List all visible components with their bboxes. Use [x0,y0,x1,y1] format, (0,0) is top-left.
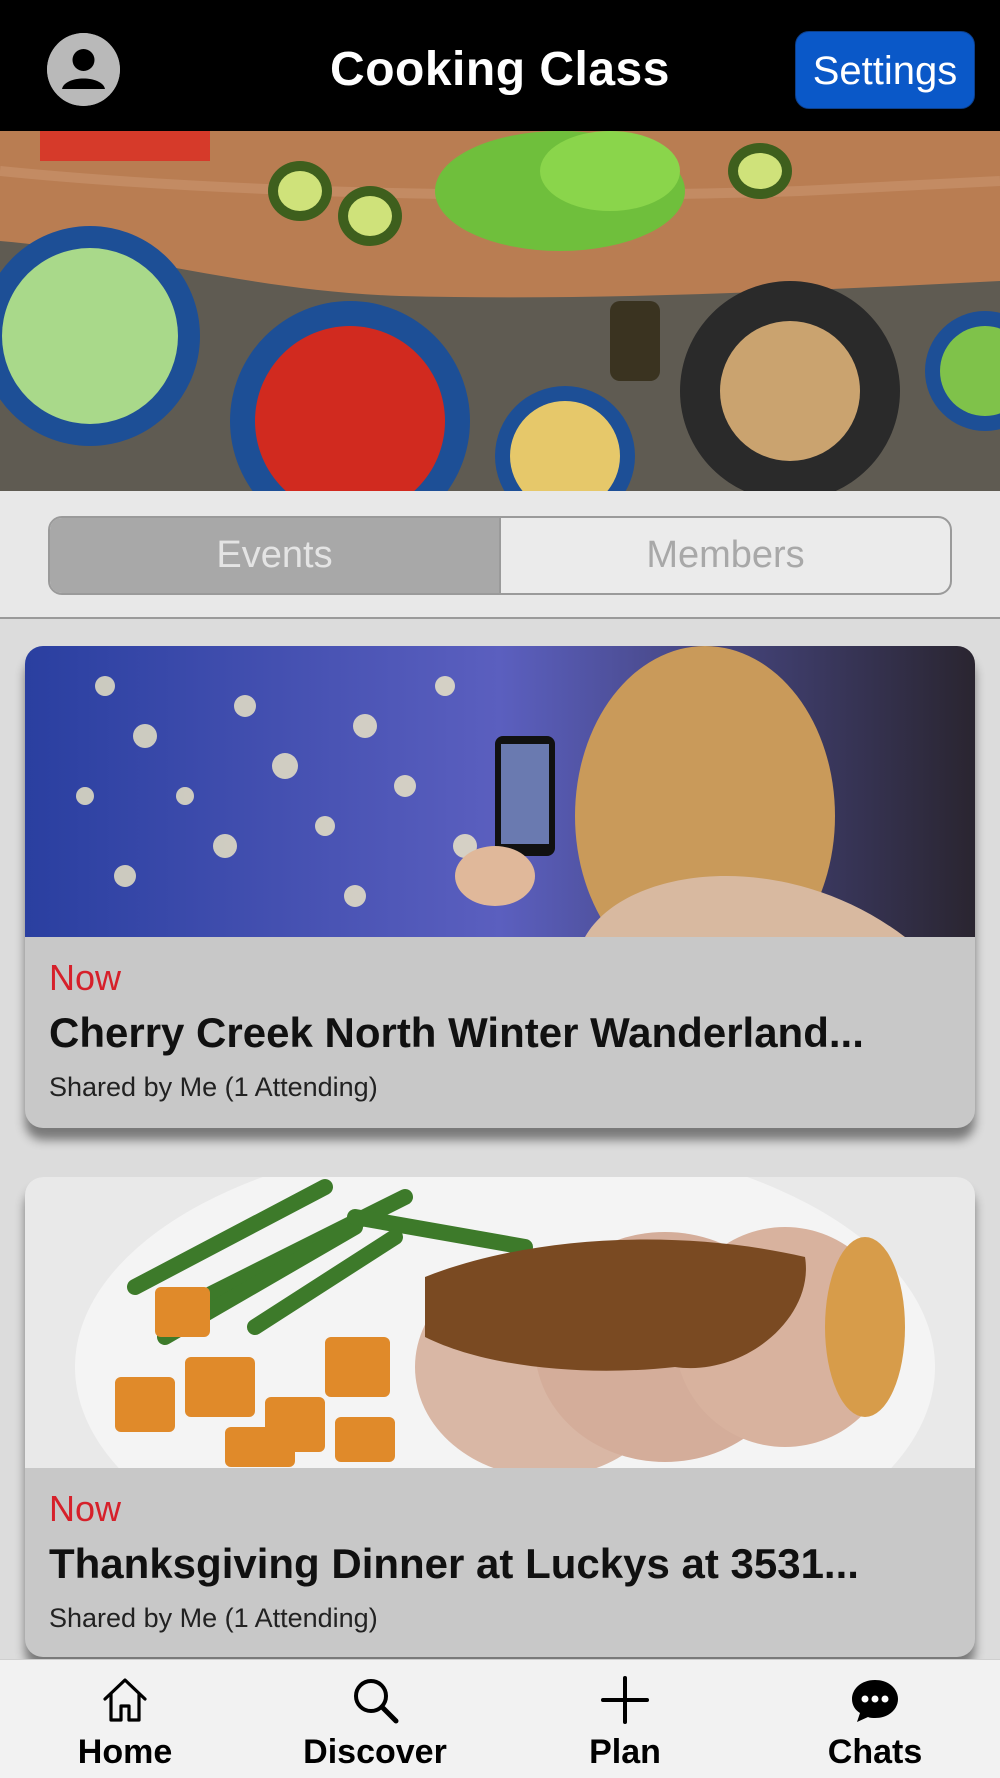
event-title: Thanksgiving Dinner at Luckys at 3531... [49,1540,859,1587]
user-avatar-icon[interactable] [47,33,120,106]
tab-label: Plan [589,1733,661,1771]
tab-label: Chats [827,1733,923,1771]
event-card[interactable]: Now Thanksgiving Dinner at Luckys at 353… [25,1177,975,1657]
tab-chats[interactable]: Chats [750,1660,1000,1778]
tab-label: Home [77,1733,173,1771]
bottom-tab-bar: Home Discover Plan Chats [0,1659,1000,1778]
tab-label: Discover [303,1733,447,1771]
event-time: Now [49,957,122,998]
home-icon [97,1672,153,1728]
event-time: Now [49,1488,122,1529]
event-title: Cherry Creek North Winter Wanderland... [49,1009,864,1056]
hero-banner-image [0,131,1000,491]
tab-plan[interactable]: Plan [500,1660,750,1778]
page-title: Cooking Class [330,43,670,96]
plus-icon [597,1672,653,1728]
search-icon [347,1672,403,1728]
event-subtitle: Shared by Me (1 Attending) [49,1603,378,1633]
event-image [25,646,975,937]
tab-home[interactable]: Home [0,1660,250,1778]
segmented-control: Events Members [48,516,952,595]
tab-events[interactable]: Events [50,518,501,593]
app-header: Cooking Class Settings [0,0,1000,131]
tab-discover[interactable]: Discover [250,1660,500,1778]
event-image [25,1177,975,1468]
settings-button[interactable]: Settings [795,31,975,109]
event-subtitle: Shared by Me (1 Attending) [49,1072,378,1102]
segment-area: Events Members [0,491,1000,619]
chat-bubble-icon [847,1672,903,1728]
event-card[interactable]: Now Cherry Creek North Winter Wanderland… [25,646,975,1128]
tab-members[interactable]: Members [501,518,950,593]
